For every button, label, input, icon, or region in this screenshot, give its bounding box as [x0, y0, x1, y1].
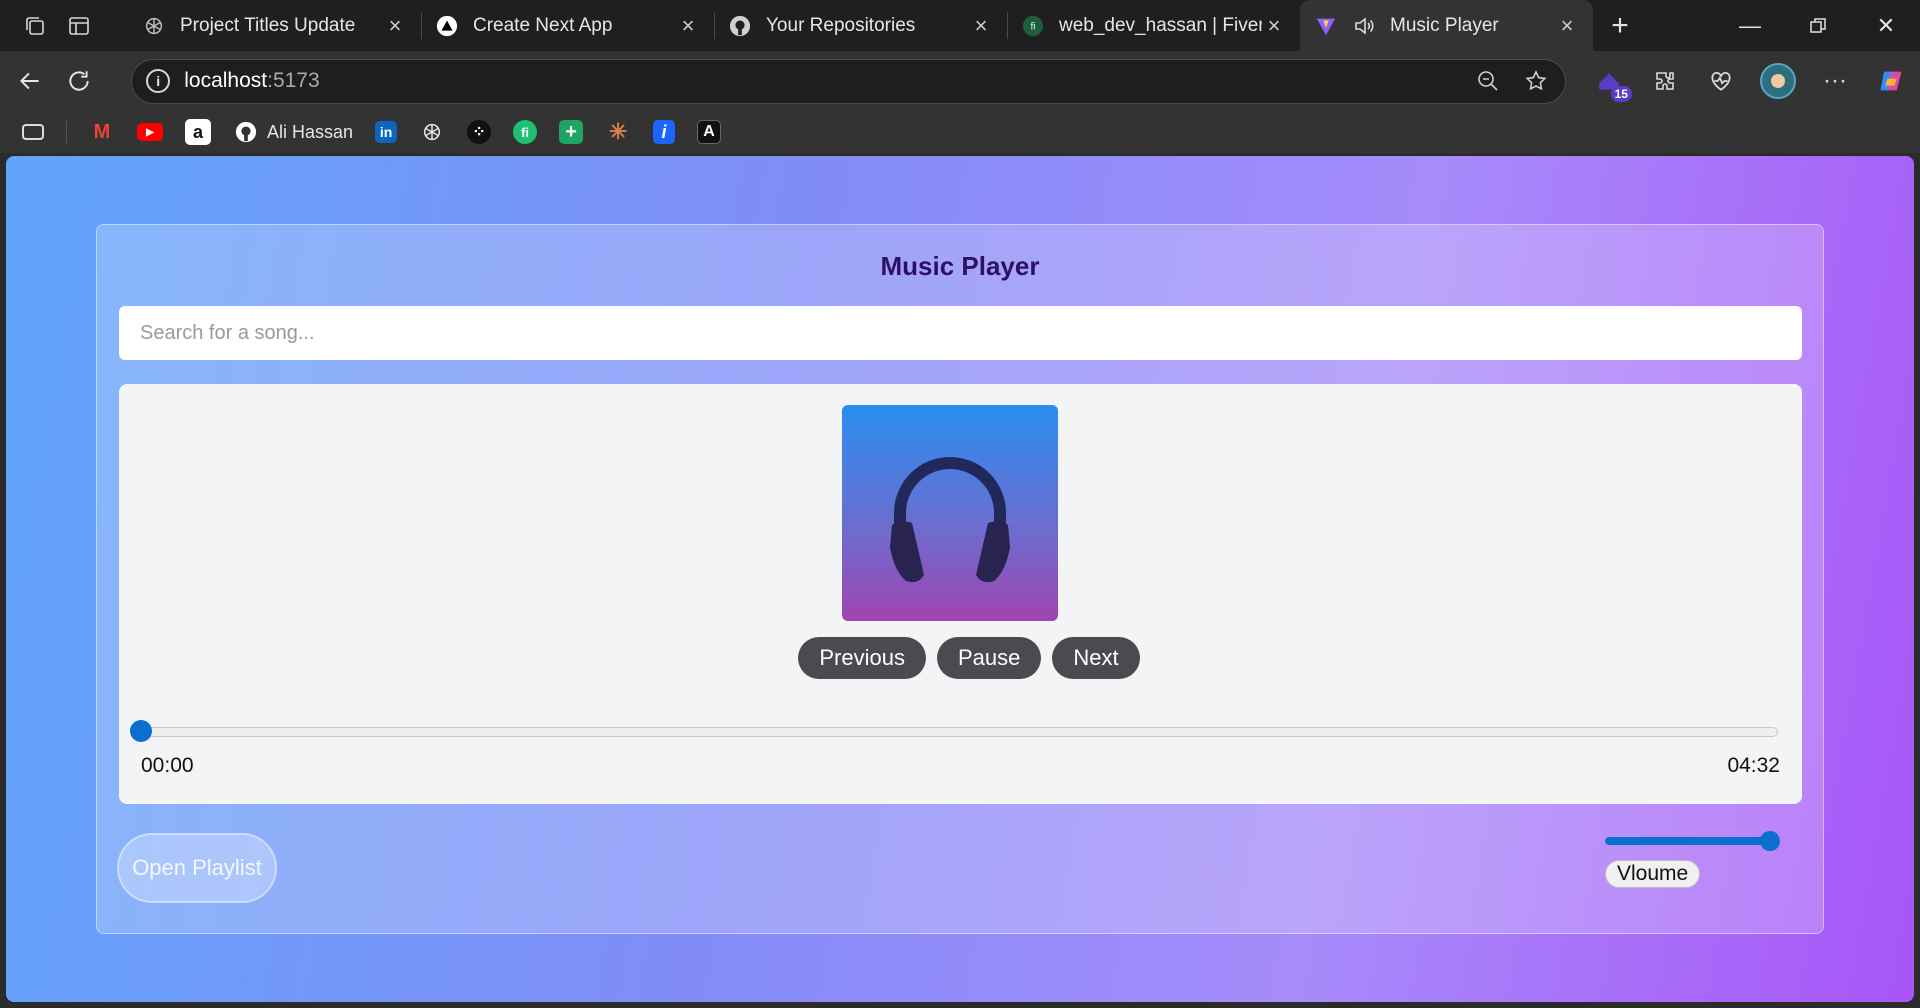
current-time: 00:00 — [141, 754, 194, 777]
toolbar-extensions: 15 ··· — [1592, 63, 1908, 102]
bookmark-github-ali-hassan[interactable]: Ali Hassan — [233, 119, 353, 145]
bookmark-openai[interactable] — [419, 119, 445, 145]
browser-essentials-heart-icon[interactable] — [1704, 64, 1738, 98]
bookmark-a-logo[interactable]: A — [697, 120, 722, 144]
fiverr-icon: fi — [1021, 14, 1045, 38]
bookmark-gmail[interactable]: M — [89, 119, 115, 145]
progress-thumb[interactable] — [130, 720, 152, 742]
bookmark-dots[interactable]: ⁘ — [467, 120, 492, 144]
speaker-icon[interactable] — [1352, 14, 1376, 38]
tab-project-titles[interactable]: Project Titles Update × — [128, 0, 421, 51]
album-cover — [842, 405, 1058, 621]
tab-your-repositories[interactable]: Your Repositories × — [714, 0, 1007, 51]
reload-icon[interactable] — [62, 63, 98, 99]
bookmark-linkedin[interactable]: in — [375, 121, 398, 143]
notification-count: 15 — [1610, 86, 1632, 102]
github-icon — [728, 14, 752, 38]
previous-button[interactable]: Previous — [798, 637, 926, 679]
more-options-icon[interactable]: ··· — [1818, 64, 1852, 98]
tab-title: Your Repositories — [766, 14, 916, 36]
back-arrow-icon[interactable] — [12, 63, 48, 99]
close-icon[interactable]: × — [969, 13, 993, 38]
site-info-icon[interactable]: i — [146, 69, 171, 93]
zoom-out-icon[interactable] — [1473, 66, 1503, 96]
restore-icon[interactable] — [1784, 0, 1852, 51]
total-time: 04:32 — [1727, 754, 1780, 777]
bookmark-info[interactable]: i — [653, 120, 676, 144]
headphones-icon — [890, 457, 1010, 583]
new-tab-button[interactable]: + — [1593, 0, 1647, 51]
next-button[interactable]: Next — [1052, 637, 1140, 679]
url-port: :5173 — [267, 69, 320, 92]
bookmarks-bar: M ▶ a Ali Hassan in ⁘ fi + ✳ i A — [0, 111, 1920, 154]
favorite-star-icon[interactable] — [1521, 66, 1551, 96]
bookmark-label: Ali Hassan — [267, 121, 354, 142]
address-bar[interactable]: i localhost :5173 — [131, 58, 1566, 104]
close-window-icon[interactable]: ✕ — [1852, 0, 1920, 51]
bookmark-fiverr[interactable]: fi — [513, 120, 538, 144]
bookmark-youtube[interactable]: ▶ — [137, 123, 163, 141]
page-viewport: Music Player Previous Pause Next 00:00 0… — [6, 156, 1914, 1002]
window-controls: — ✕ — [1716, 0, 1920, 51]
vite-icon — [1314, 14, 1338, 38]
tab-strip-left-icons — [0, 0, 128, 51]
open-playlist-button[interactable]: Open Playlist — [117, 833, 277, 903]
profile-avatar[interactable] — [1759, 63, 1796, 99]
github-icon — [233, 119, 259, 145]
playback-controls: Previous Pause Next — [119, 637, 1802, 679]
tab-create-next-app[interactable]: Create Next App × — [421, 0, 714, 51]
page-title: Music Player — [880, 251, 1040, 281]
close-icon[interactable]: × — [1555, 13, 1579, 38]
search-input[interactable] — [119, 306, 1802, 360]
extensions-puzzle-icon[interactable] — [1648, 64, 1682, 98]
youtube-icon: ▶ — [137, 123, 163, 141]
vertical-tabs-icon[interactable] — [66, 13, 92, 39]
linkedin-icon: in — [375, 121, 398, 143]
close-icon[interactable]: × — [1262, 13, 1286, 38]
svg-text:fi: fi — [1030, 21, 1035, 32]
bookmarks-divider — [66, 121, 67, 143]
tab-fiverr[interactable]: fi web_dev_hassan | Fiverr × — [1007, 0, 1300, 51]
gmail-icon: M — [93, 120, 111, 143]
tab-strip: Project Titles Update × Create Next App … — [0, 0, 1920, 51]
bookmark-amazon[interactable]: a — [185, 119, 211, 145]
volume-slider-track[interactable] — [1605, 837, 1770, 845]
progress-track[interactable] — [142, 727, 1778, 737]
volume-label: Vloume — [1605, 860, 1701, 888]
volume-slider-thumb[interactable] — [1760, 831, 1780, 851]
music-player-card: Music Player Previous Pause Next 00:00 0… — [96, 224, 1824, 934]
dots-icon: ⁘ — [467, 120, 492, 144]
tab-title: Create Next App — [473, 14, 613, 36]
tab-title: web_dev_hassan | Fiverr — [1059, 14, 1262, 36]
close-icon[interactable]: × — [383, 13, 407, 38]
player-panel: Previous Pause Next 00:00 04:32 — [119, 384, 1802, 804]
workspaces-icon[interactable] — [22, 13, 48, 39]
openai-icon — [419, 119, 445, 145]
tab-music-player[interactable]: Music Player × — [1300, 0, 1593, 51]
fiverr-icon: fi — [513, 120, 538, 144]
bookmark-sheets[interactable]: + — [559, 120, 584, 144]
tab-title: Project Titles Update — [180, 14, 356, 36]
close-icon[interactable]: × — [676, 13, 700, 38]
bookmark-claude[interactable]: ✳ — [605, 119, 631, 145]
a-logo-icon: A — [697, 120, 722, 144]
openai-icon — [142, 14, 166, 38]
claude-icon: ✳ — [608, 119, 628, 144]
triangle-icon — [435, 14, 459, 38]
browser-toolbar: i localhost :5173 15 ··· — [0, 51, 1920, 111]
extension-badge-icon[interactable]: 15 — [1592, 64, 1632, 102]
copilot-icon[interactable] — [1874, 64, 1908, 98]
pause-button[interactable]: Pause — [936, 637, 1042, 679]
tab-actions-icon[interactable] — [22, 124, 44, 140]
amazon-icon: a — [185, 119, 211, 145]
url-host: localhost — [184, 69, 268, 92]
minimize-icon[interactable]: — — [1716, 0, 1784, 51]
tab-title: Music Player — [1390, 14, 1499, 36]
info-i-icon: i — [653, 120, 676, 144]
sheets-plus-icon: + — [559, 120, 584, 144]
